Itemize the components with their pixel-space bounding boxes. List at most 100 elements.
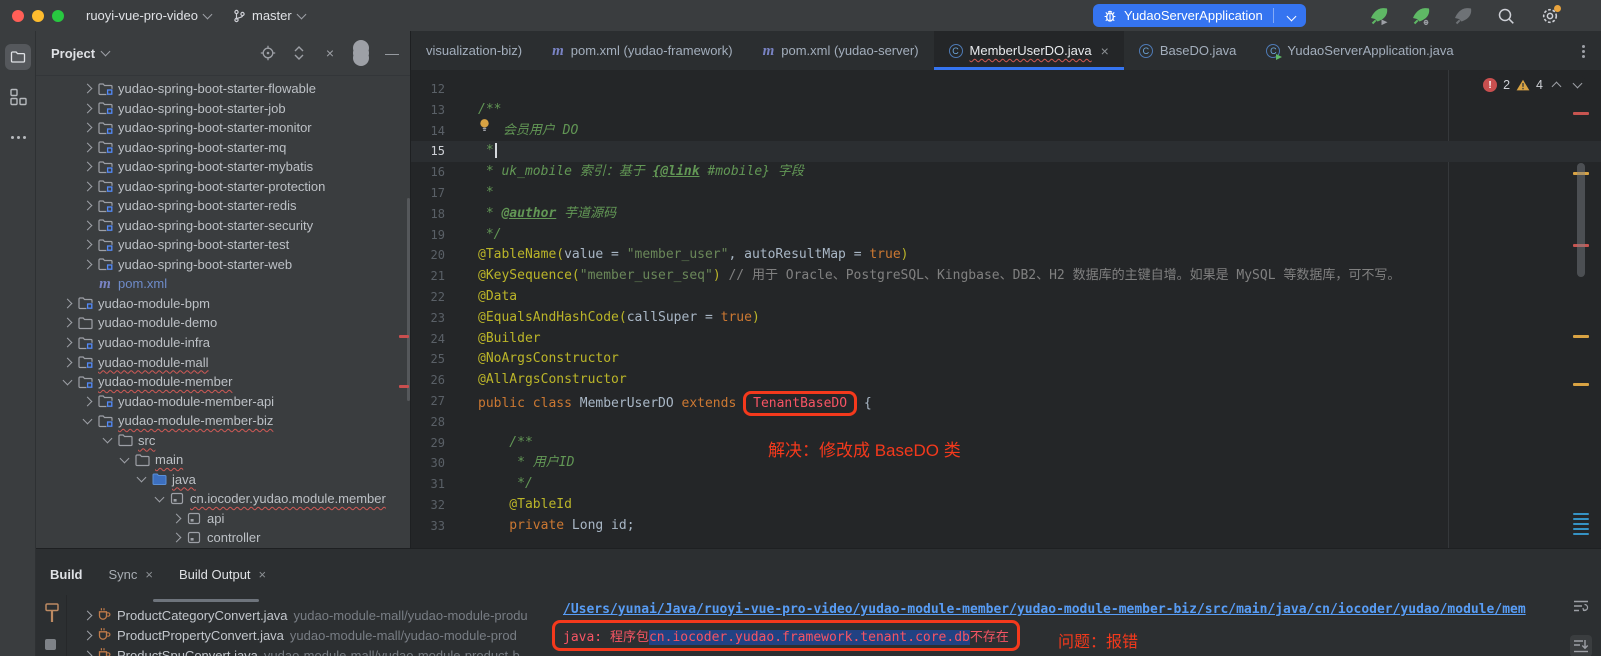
tree-item-yudao-spring-boot-starter-monitor[interactable]: yudao-spring-boot-starter-monitor xyxy=(36,118,410,138)
code-editor[interactable]: 1213/**14 会员用户 DO15 *16 * uk_mobile 索引：基… xyxy=(411,70,1601,548)
code-line-25[interactable]: 25@NoArgsConstructor xyxy=(411,349,1601,370)
editor-tab-memberuserdo-java[interactable]: CMemberUserDO.java× xyxy=(934,31,1124,70)
error-stripe-mark[interactable] xyxy=(1573,513,1589,515)
chevron-down-icon[interactable] xyxy=(101,47,111,57)
project-selector[interactable]: ruoyi-vue-pro-video xyxy=(86,8,211,23)
tree-item-yudao-module-mall[interactable]: yudao-module-mall xyxy=(36,352,410,372)
chevron-right-icon[interactable] xyxy=(84,610,92,620)
code-line-14[interactable]: 14 会员用户 DO xyxy=(411,121,1601,142)
close-tab-icon[interactable]: × xyxy=(145,567,153,582)
tree-item-controller[interactable]: controller xyxy=(36,528,410,548)
chevron-right-icon[interactable] xyxy=(82,201,92,211)
chevron-right-icon[interactable] xyxy=(84,650,92,656)
close-tab-icon[interactable]: × xyxy=(259,567,267,582)
vcs-branch-selector[interactable]: master xyxy=(233,8,305,23)
more-tool-windows-icon[interactable] xyxy=(8,127,28,147)
tree-item-yudao-module-demo[interactable]: yudao-module-demo xyxy=(36,313,410,333)
error-file-link[interactable]: /Users/yunai/Java/ruoyi-vue-pro-video/yu… xyxy=(563,602,1548,617)
tree-item-java[interactable]: java xyxy=(36,469,410,489)
line-number[interactable]: 13 xyxy=(411,100,445,121)
line-number[interactable]: 31 xyxy=(411,474,445,495)
build-error-message[interactable]: java: 程序包cn.iocoder.yudao.framework.tena… xyxy=(552,620,1020,651)
chevron-down-icon[interactable] xyxy=(62,375,72,385)
line-number[interactable]: 32 xyxy=(411,495,445,516)
error-stripe-mark[interactable] xyxy=(1573,335,1589,338)
tree-item-api[interactable]: api xyxy=(36,508,410,528)
expand-all-icon[interactable] xyxy=(291,45,307,61)
tree-item-yudao-spring-boot-starter-security[interactable]: yudao-spring-boot-starter-security xyxy=(36,216,410,236)
tree-item-yudao-module-member[interactable]: yudao-module-member xyxy=(36,372,410,392)
tree-item-cn-iocoder-yudao-module-member[interactable]: cn.iocoder.yudao.module.member xyxy=(36,489,410,509)
chevron-right-icon[interactable] xyxy=(84,630,92,640)
line-number[interactable]: 19 xyxy=(411,225,445,246)
line-number[interactable]: 20 xyxy=(411,245,445,266)
line-number[interactable]: 21 xyxy=(411,266,445,287)
line-number[interactable]: 16 xyxy=(411,162,445,183)
tree-item-yudao-spring-boot-starter-test[interactable]: yudao-spring-boot-starter-test xyxy=(36,235,410,255)
project-tool-window-button[interactable] xyxy=(5,44,31,70)
error-stripe-mark[interactable] xyxy=(1573,523,1589,525)
code-line-29[interactable]: 29 /** xyxy=(411,433,1601,454)
line-number[interactable]: 30 xyxy=(411,453,445,474)
code-line-17[interactable]: 17 * xyxy=(411,183,1601,204)
search-icon[interactable] xyxy=(1495,5,1517,27)
soft-wrap-icon[interactable] xyxy=(1570,595,1592,617)
line-number[interactable]: 22 xyxy=(411,287,445,308)
chevron-right-icon[interactable] xyxy=(62,357,72,367)
locate-file-icon[interactable] xyxy=(260,45,276,61)
build-row-productspuconvert-java[interactable]: ProductSpuConvert.javayudao-module-mall/… xyxy=(84,645,520,656)
chevron-right-icon[interactable] xyxy=(82,162,92,172)
chevron-right-icon[interactable] xyxy=(62,338,72,348)
code-line-26[interactable]: 26@AllArgsConstructor xyxy=(411,370,1601,391)
stop-build-icon[interactable] xyxy=(45,639,56,650)
next-problem-icon[interactable] xyxy=(1573,79,1583,89)
tree-item-yudao-module-member-biz[interactable]: yudao-module-member-biz xyxy=(36,411,410,431)
tree-item-yudao-spring-boot-starter-job[interactable]: yudao-spring-boot-starter-job xyxy=(36,99,410,119)
line-number[interactable]: 18 xyxy=(411,204,445,225)
code-line-22[interactable]: 22@Data xyxy=(411,287,1601,308)
chevron-down-icon[interactable] xyxy=(119,453,129,463)
chevron-right-icon[interactable] xyxy=(82,84,92,94)
close-tab-icon[interactable]: × xyxy=(1101,43,1109,59)
chevron-down-icon[interactable] xyxy=(82,414,92,424)
build-hammer-icon[interactable] xyxy=(42,601,62,625)
tab-options-kebab-icon[interactable] xyxy=(1575,43,1591,59)
chevron-down-icon[interactable] xyxy=(102,434,112,444)
code-line-13[interactable]: 13/** xyxy=(411,100,1601,121)
line-number[interactable]: 23 xyxy=(411,308,445,329)
line-number[interactable]: 15 xyxy=(411,141,445,162)
maximize-window-icon[interactable] xyxy=(52,10,64,22)
code-line-16[interactable]: 16 * uk_mobile 索引：基于 {@link #mobile} 字段 xyxy=(411,162,1601,183)
run-config-chevron-icon[interactable] xyxy=(1281,8,1302,23)
tree-item-yudao-spring-boot-starter-web[interactable]: yudao-spring-boot-starter-web xyxy=(36,255,410,275)
line-number[interactable]: 25 xyxy=(411,349,445,370)
editor-tab-pom-xml-yudao-framework[interactable]: mpom.xml (yudao-framework) xyxy=(537,31,748,70)
tab-sync[interactable]: Sync× xyxy=(109,567,154,582)
code-line-32[interactable]: 32 @TableId xyxy=(411,495,1601,516)
tree-item-yudao-spring-boot-starter-redis[interactable]: yudao-spring-boot-starter-redis xyxy=(36,196,410,216)
line-number[interactable]: 17 xyxy=(411,183,445,204)
tree-item-src[interactable]: src xyxy=(36,430,410,450)
tree-item-yudao-spring-boot-starter-flowable[interactable]: yudao-spring-boot-starter-flowable xyxy=(36,79,410,99)
line-number[interactable]: 28 xyxy=(411,412,445,433)
chevron-right-icon[interactable] xyxy=(82,142,92,152)
run-icon[interactable] xyxy=(1368,5,1390,27)
code-line-15[interactable]: 15 * xyxy=(411,141,1601,162)
code-line-30[interactable]: 30 * 用户ID xyxy=(411,453,1601,474)
chevron-down-icon[interactable] xyxy=(154,492,164,502)
code-line-12[interactable]: 12 xyxy=(411,79,1601,100)
tab-build-output[interactable]: Build Output× xyxy=(179,567,266,582)
line-number[interactable]: 29 xyxy=(411,433,445,454)
code-line-28[interactable]: 28 xyxy=(411,412,1601,433)
code-line-19[interactable]: 19 */ xyxy=(411,225,1601,246)
debug-icon[interactable] xyxy=(1410,5,1432,27)
chevron-right-icon[interactable] xyxy=(171,533,181,543)
chevron-right-icon[interactable] xyxy=(171,513,181,523)
structure-icon[interactable] xyxy=(8,87,28,107)
chevron-right-icon[interactable] xyxy=(62,318,72,328)
editor-tab-pom-xml-yudao-server[interactable]: mpom.xml (yudao-server) xyxy=(748,31,934,70)
code-line-23[interactable]: 23@EqualsAndHashCode(callSuper = true) xyxy=(411,308,1601,329)
inspections-widget[interactable]: ! 2 4 xyxy=(1479,76,1585,94)
code-line-20[interactable]: 20@TableName(value = "member_user", auto… xyxy=(411,245,1601,266)
tree-item-main[interactable]: main xyxy=(36,450,410,470)
